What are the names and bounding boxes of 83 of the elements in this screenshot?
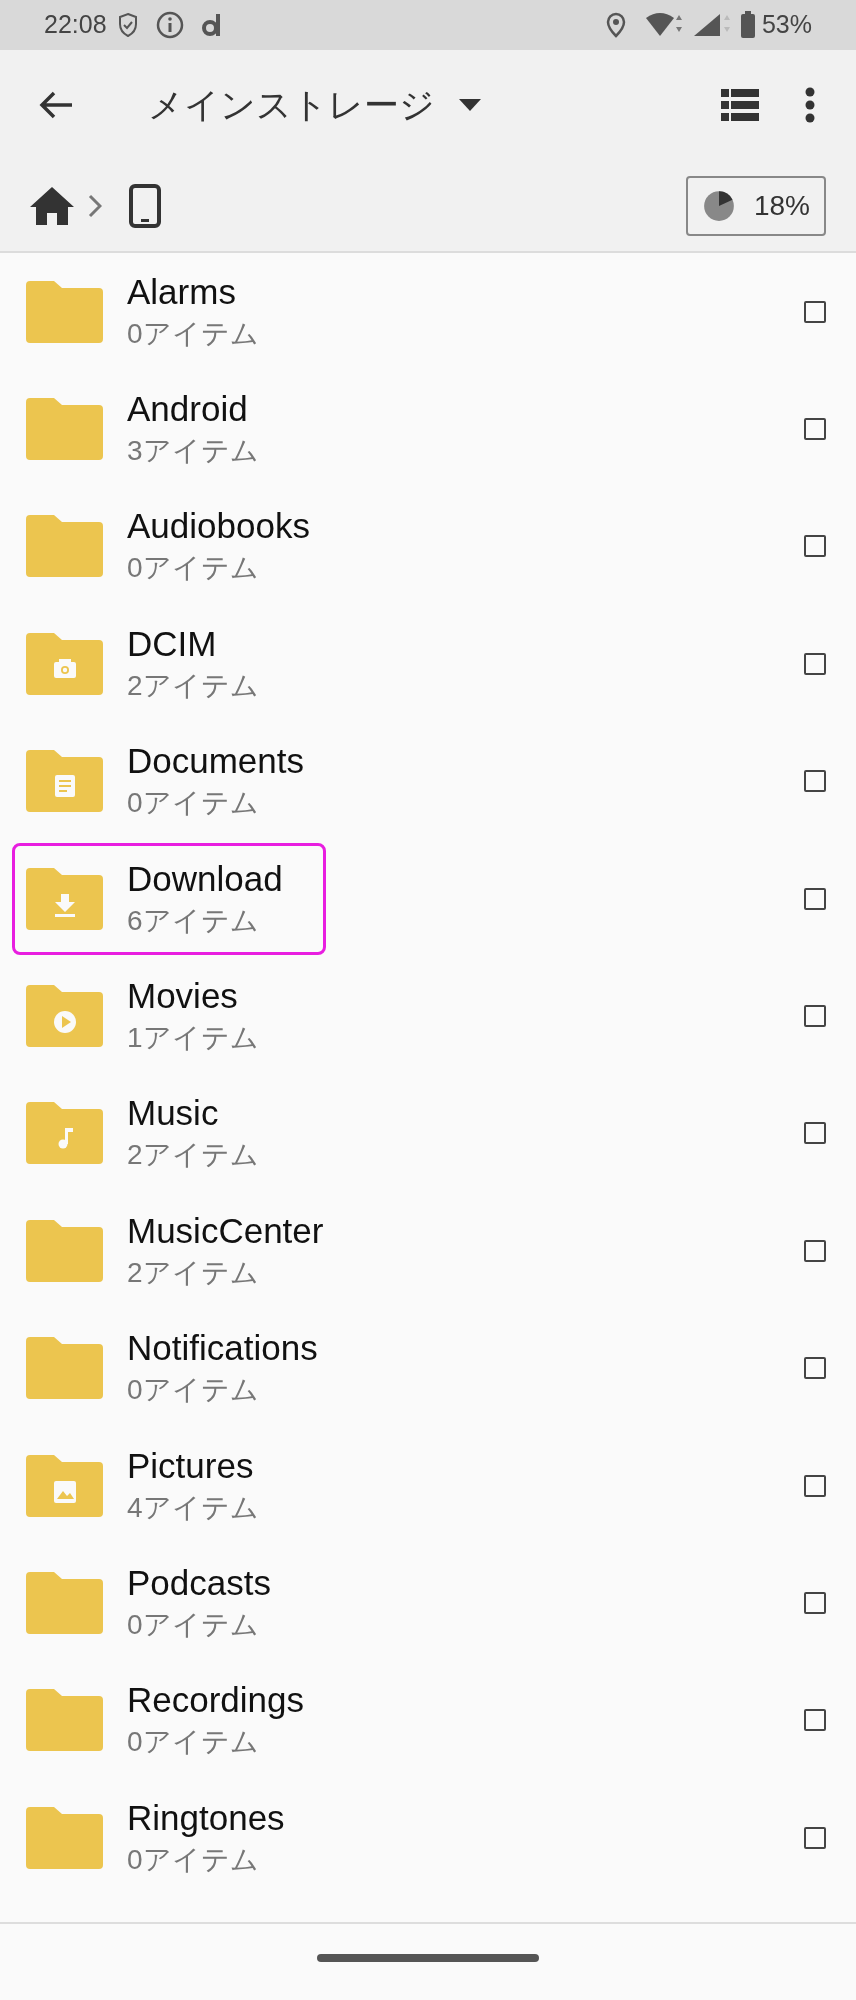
folder-item[interactable]: Podcasts 0アイテム xyxy=(12,1547,314,1659)
folder-item[interactable]: Pictures 4アイテム xyxy=(12,1429,302,1542)
folder-name: Music xyxy=(127,1092,220,1135)
checkbox[interactable] xyxy=(804,418,826,441)
folder-icon xyxy=(26,1219,103,1282)
folder-icon xyxy=(26,867,103,930)
folder-name: Alarms xyxy=(127,270,237,313)
item-count: 2アイテム xyxy=(127,668,259,703)
folder-name: Download xyxy=(127,857,283,900)
folder-item[interactable]: Recordings 0アイテム xyxy=(12,1664,348,1777)
shield-icon xyxy=(116,12,139,38)
storage-dropdown[interactable]: メインストレージ xyxy=(148,78,481,132)
item-count: 0アイテム xyxy=(127,1842,260,1877)
folder-name: Recordings xyxy=(127,1679,305,1722)
location-icon xyxy=(605,12,626,38)
folder-item[interactable]: Audiobooks 0アイテム xyxy=(12,490,353,603)
chevron-right-icon xyxy=(88,193,102,218)
folder-item[interactable]: Android 3アイテム xyxy=(12,373,302,486)
folder-item[interactable]: Documents 0アイテム xyxy=(12,725,348,838)
battery-percentage: 53% xyxy=(761,9,812,41)
folder-icon xyxy=(26,515,103,578)
checkbox[interactable] xyxy=(804,887,826,910)
folder-icon xyxy=(26,750,103,813)
folder-item[interactable]: Movies 1アイテム xyxy=(12,960,302,1073)
folder-name: Notifications xyxy=(127,1327,318,1370)
item-count: 0アイテム xyxy=(127,1373,260,1408)
checkbox[interactable] xyxy=(804,1709,826,1732)
folder-item[interactable]: Notifications 0アイテム xyxy=(12,1312,361,1425)
folder-icon xyxy=(26,280,103,343)
checkbox[interactable] xyxy=(804,1239,826,1262)
folder-icon xyxy=(26,1572,103,1634)
folder-icon xyxy=(26,632,103,695)
checkbox[interactable] xyxy=(804,1592,826,1614)
clock: 22:08 xyxy=(44,9,107,41)
folder-icon xyxy=(26,1806,103,1869)
folder-name: Documents xyxy=(127,740,305,783)
storage-usage-button[interactable]: 18% xyxy=(686,175,826,236)
checkbox[interactable] xyxy=(804,770,826,793)
folder-icon xyxy=(26,1689,103,1752)
item-count: 0アイテム xyxy=(127,786,260,821)
item-count: 0アイテム xyxy=(127,316,259,351)
item-count: 0アイテム xyxy=(127,1608,260,1642)
checkbox[interactable] xyxy=(804,1122,826,1145)
checkbox[interactable] xyxy=(804,1474,826,1497)
folder-item[interactable]: Alarms 0アイテム xyxy=(12,255,302,368)
dropdown-caret-icon xyxy=(459,99,481,111)
folder-item[interactable]: DCIM 2アイテム xyxy=(12,607,302,720)
checkbox[interactable] xyxy=(804,1826,826,1849)
folder-name: MusicCenter xyxy=(127,1209,324,1252)
folder-name: DCIM xyxy=(127,622,218,665)
item-count: 4アイテム xyxy=(127,1490,259,1525)
folder-item[interactable]: Music 2アイテム xyxy=(12,1077,302,1190)
battery-icon xyxy=(739,11,756,39)
checkbox[interactable] xyxy=(804,535,826,558)
folder-name: Android xyxy=(127,388,249,431)
folder-item[interactable]: Ringtones 0アイテム xyxy=(12,1781,328,1894)
folder-name: Podcasts xyxy=(127,1562,271,1604)
item-count: 3アイテム xyxy=(127,434,259,469)
letter-d-icon xyxy=(200,12,223,38)
item-count: 0アイテム xyxy=(127,1725,260,1760)
folder-name: Movies xyxy=(127,975,239,1018)
checkbox[interactable] xyxy=(804,1357,826,1380)
checkbox[interactable] xyxy=(804,652,826,675)
checkbox[interactable] xyxy=(804,300,826,323)
folder-icon xyxy=(26,1337,103,1400)
checkbox[interactable] xyxy=(804,1005,826,1028)
folder-icon xyxy=(26,1454,103,1517)
item-count: 1アイテム xyxy=(127,1021,259,1056)
folder-name: Ringtones xyxy=(127,1796,285,1839)
folder-item[interactable]: MusicCenter 2アイテム xyxy=(12,1194,367,1307)
folder-icon xyxy=(26,1102,103,1165)
folder-icon xyxy=(26,398,103,461)
item-count: 6アイテム xyxy=(127,903,260,938)
info-icon xyxy=(154,10,185,40)
phone-button[interactable] xyxy=(128,183,162,228)
folder-name: Pictures xyxy=(127,1444,255,1487)
item-count: 2アイテム xyxy=(127,1255,260,1290)
folder-item[interactable]: Download 6アイテム xyxy=(12,842,326,955)
folder-name: Audiobooks xyxy=(127,505,310,548)
home-button[interactable] xyxy=(30,185,74,226)
folder-icon xyxy=(26,985,103,1048)
item-count: 2アイテム xyxy=(127,1138,259,1173)
item-count: 0アイテム xyxy=(127,551,260,586)
